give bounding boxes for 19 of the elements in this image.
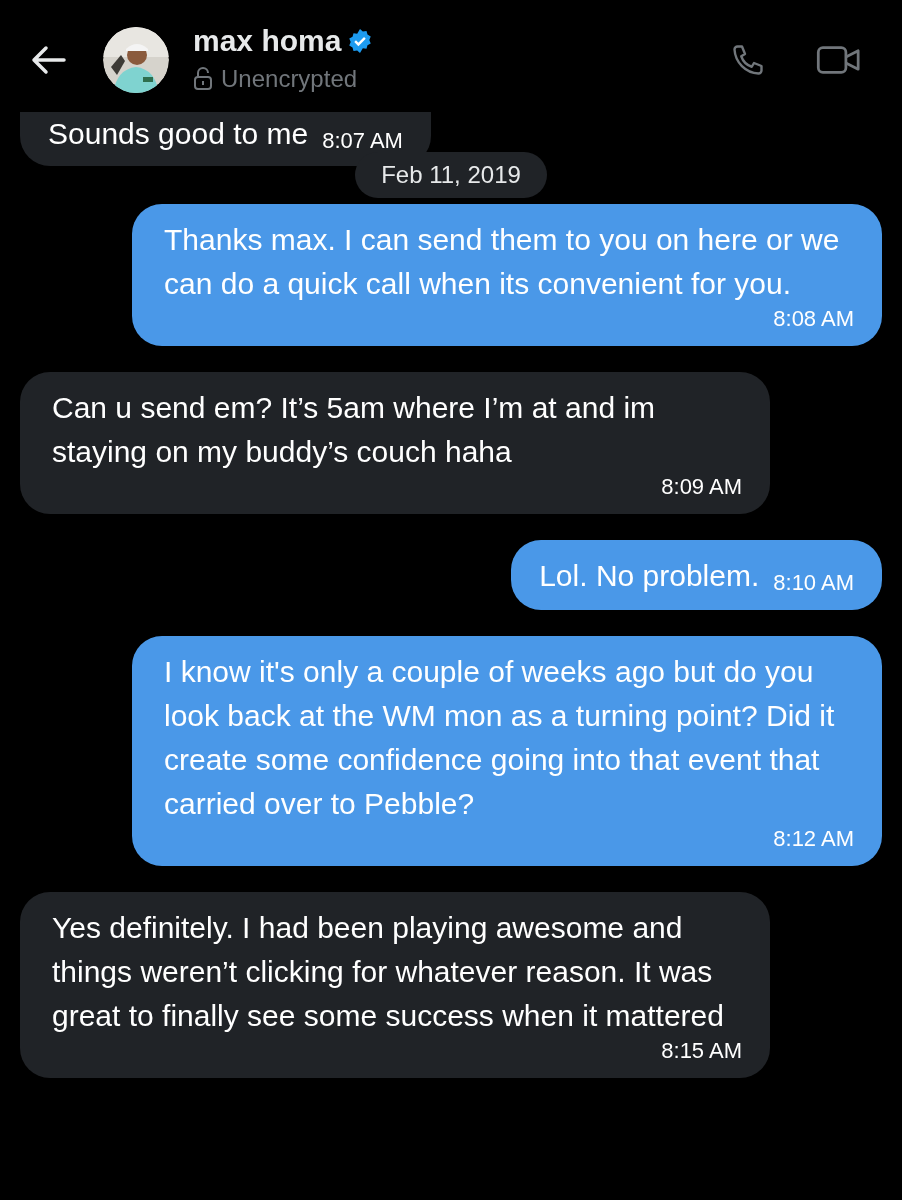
encryption-status: Unencrypted — [221, 64, 358, 94]
message-time: 8:09 AM — [661, 474, 742, 500]
message-time: 8:12 AM — [773, 826, 854, 852]
message-text: Lol. No problem. — [539, 558, 760, 594]
message-text: Yes definitely. I had been playing awesome and things weren’t clicking for whatever reason. It was great to finally see some success when it mattered — [52, 910, 725, 1034]
message-text: I know it's only a couple of weeks ago but do you look back at the WM mon as a turning point? Did it create some confidence going into that event that carried over to Pebble? — [164, 654, 836, 822]
date-chip: Feb 11, 2019 — [355, 152, 547, 198]
message-text: Thanks max. I can send them to you on here or we can do a quick call when its convenient for you. — [164, 222, 841, 302]
back-arrow-icon[interactable] — [30, 45, 66, 75]
message-time: 8:08 AM — [773, 306, 854, 332]
message-time: 8:15 AM — [661, 1038, 742, 1064]
unlocked-padlock-icon — [193, 67, 213, 91]
phone-icon[interactable] — [730, 42, 766, 78]
message-time: 8:10 AM — [773, 570, 854, 596]
contact-name: max homa — [193, 23, 342, 59]
video-camera-icon[interactable] — [816, 43, 862, 77]
message-text: Can u send em? It’s 5am where I’m at and im staying on my buddy’s couch haha — [52, 390, 657, 470]
message-text: Sounds good to me — [48, 116, 309, 152]
message-time: 8:07 AM — [322, 128, 403, 154]
